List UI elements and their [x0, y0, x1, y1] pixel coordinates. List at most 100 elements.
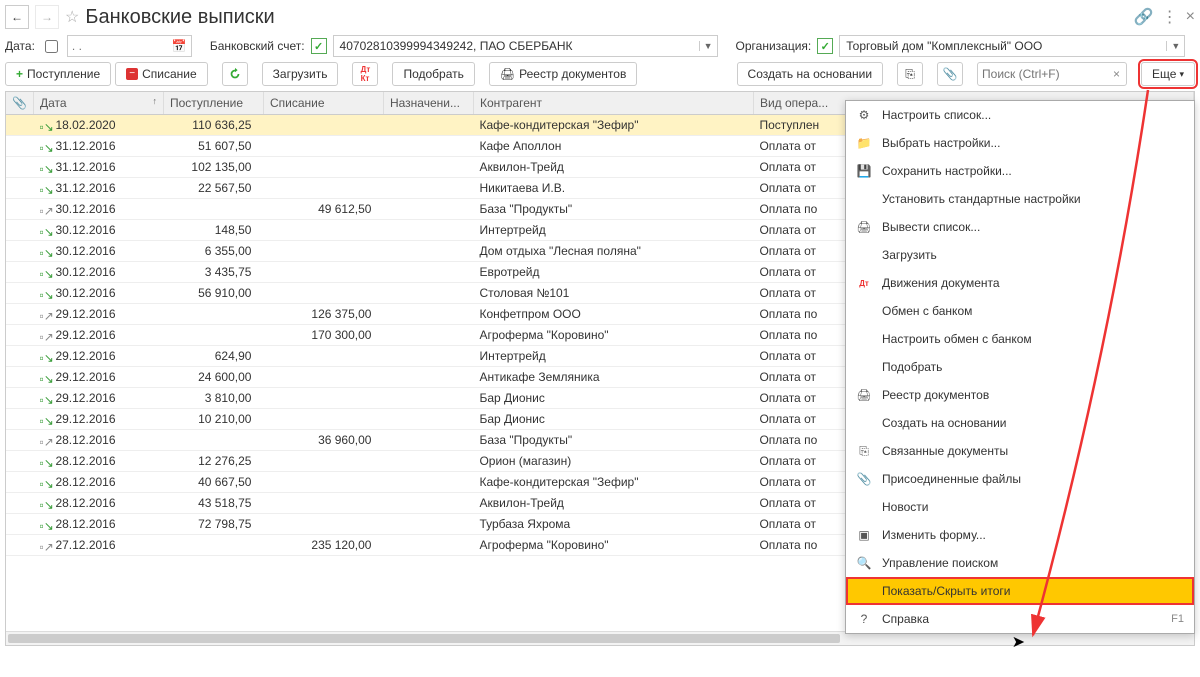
col-income[interactable]: Поступление: [163, 92, 263, 115]
filter-bar: Дата: 📅 Банковский счет: 407028103999943…: [5, 35, 1195, 57]
toolbar: +Поступление −Списание Загрузить ДтКт По…: [5, 62, 1195, 86]
search-input[interactable]: [978, 67, 1107, 81]
date-checkbox[interactable]: [45, 40, 58, 53]
attach-icon[interactable]: 📎: [937, 62, 963, 86]
menu-item[interactable]: ДтДвижения документа: [846, 269, 1194, 297]
menu-item-icon: [856, 303, 872, 319]
doc-icon: ▫↗: [39, 540, 51, 552]
close-icon[interactable]: ×: [1186, 8, 1195, 26]
menu-item-label: Настроить список...: [882, 108, 1184, 122]
pick-button[interactable]: Подобрать: [392, 62, 474, 86]
doc-icon: ▫↘: [39, 225, 51, 237]
menu-item[interactable]: 📁Выбрать настройки...: [846, 129, 1194, 157]
col-outcome[interactable]: Списание: [263, 92, 383, 115]
more-dropdown: ⚙Настроить список...📁Выбрать настройки..…: [845, 100, 1195, 634]
menu-item-icon: [856, 191, 872, 207]
menu-item-label: Изменить форму...: [882, 528, 1184, 542]
doc-icon: ▫↘: [39, 372, 51, 384]
date-field[interactable]: [68, 39, 168, 53]
menu-item-icon: 🖨: [856, 219, 872, 235]
doc-icon: ▫↘: [39, 351, 51, 363]
menu-item-label: Связанные документы: [882, 444, 1184, 458]
menu-item[interactable]: 🖨Реестр документов: [846, 381, 1194, 409]
more-button[interactable]: Еще: [1141, 62, 1195, 86]
menu-item[interactable]: Новости: [846, 493, 1194, 521]
menu-item[interactable]: 💾 Сохранить настройки...: [846, 157, 1194, 185]
menu-item-icon: 💾: [856, 163, 872, 179]
col-attach[interactable]: 📎: [6, 92, 33, 115]
menu-item-label: Настроить обмен с банком: [882, 332, 1184, 346]
menu-item-icon: [856, 359, 872, 375]
header: ← → ☆ Банковские выписки 🔗 ⋮ ×: [5, 5, 1195, 29]
outcome-button[interactable]: −Списание: [115, 62, 208, 86]
chevron-down-icon[interactable]: ▼: [1166, 41, 1184, 51]
income-button[interactable]: +Поступление: [5, 62, 111, 86]
doc-icon: ▫↗: [39, 204, 51, 216]
menu-item[interactable]: Установить стандартные настройки: [846, 185, 1194, 213]
menu-item-icon: ?: [856, 611, 872, 627]
chevron-down-icon[interactable]: ▼: [699, 41, 717, 51]
menu-item[interactable]: 🔍Управление поиском: [846, 549, 1194, 577]
menu-item[interactable]: 📎 Присоединенные файлы: [846, 465, 1194, 493]
forward-button[interactable]: →: [35, 5, 59, 29]
favorite-icon[interactable]: ☆: [65, 7, 79, 27]
menu-item-icon: [856, 583, 872, 599]
account-checkbox[interactable]: [311, 38, 327, 54]
menu-item-label: Подобрать: [882, 360, 1184, 374]
menu-item-icon: 📎: [856, 471, 872, 487]
menu-item[interactable]: Настроить обмен с банком: [846, 325, 1194, 353]
menu-item-icon: ⎘: [856, 443, 872, 459]
calendar-icon[interactable]: 📅: [168, 39, 191, 53]
doc-icon: ▫↗: [39, 330, 51, 342]
back-button[interactable]: ←: [5, 5, 29, 29]
menu-item[interactable]: 🖨 Вывести список...: [846, 213, 1194, 241]
search-box[interactable]: ×: [977, 62, 1127, 86]
clear-search-icon[interactable]: ×: [1107, 67, 1126, 81]
print-icon: 🖨: [500, 67, 515, 81]
account-combo[interactable]: 40702810399994349242, ПАО СБЕРБАНК ▼: [333, 35, 718, 57]
dtkr-icon[interactable]: ДтКт: [352, 62, 378, 86]
col-date[interactable]: Дата↑: [33, 92, 163, 115]
menu-item[interactable]: ⚙Настроить список...: [846, 101, 1194, 129]
doc-icon: ▫↘: [39, 246, 51, 258]
menu-item[interactable]: ⎘ Связанные документы: [846, 437, 1194, 465]
org-checkbox[interactable]: [817, 38, 833, 54]
registry-button[interactable]: 🖨Реестр документов: [489, 62, 637, 86]
menu-item-label: Справка: [882, 612, 1161, 626]
menu-item-label: Создать на основании: [882, 416, 1184, 430]
col-purpose[interactable]: Назначени...: [383, 92, 473, 115]
menu-item-label: Сохранить настройки...: [882, 164, 1184, 178]
menu-item[interactable]: ?СправкаF1: [846, 605, 1194, 633]
date-input[interactable]: 📅: [67, 35, 192, 57]
org-combo[interactable]: Торговый дом "Комплексный" ООО ▼: [839, 35, 1185, 57]
create-based-button[interactable]: Создать на основании: [737, 62, 884, 86]
menu-item[interactable]: ▣ Изменить форму...: [846, 521, 1194, 549]
load-button[interactable]: Загрузить: [262, 62, 339, 86]
menu-item[interactable]: Загрузить: [846, 241, 1194, 269]
menu-item-label: Управление поиском: [882, 556, 1184, 570]
doc-icon: ▫↗: [39, 435, 51, 447]
doc-icon: ▫↘: [39, 477, 51, 489]
refresh-icon[interactable]: [222, 62, 248, 86]
doc-icon: ▫↘: [39, 267, 51, 279]
menu-item[interactable]: Создать на основании: [846, 409, 1194, 437]
menu-item-label: Вывести список...: [882, 220, 1184, 234]
menu-item-icon: [856, 331, 872, 347]
menu-icon[interactable]: ⋮: [1162, 7, 1178, 27]
doc-icon: ▫↘: [39, 183, 51, 195]
menu-item-label: Реестр документов: [882, 388, 1184, 402]
menu-item-icon: [856, 247, 872, 263]
menu-item-label: Движения документа: [882, 276, 1184, 290]
doc-icon: ▫↘: [39, 120, 51, 132]
mouse-cursor-icon: ➤: [1012, 632, 1025, 652]
menu-item-icon: ▣: [856, 527, 872, 543]
menu-item[interactable]: Показать/Скрыть итоги: [846, 577, 1194, 605]
link-icon[interactable]: 🔗: [1134, 7, 1154, 27]
related-docs-icon[interactable]: ⎘: [897, 62, 923, 86]
col-agent[interactable]: Контрагент: [473, 92, 753, 115]
menu-item[interactable]: Обмен с банком: [846, 297, 1194, 325]
menu-item-label: Присоединенные файлы: [882, 472, 1184, 486]
menu-item[interactable]: Подобрать: [846, 353, 1194, 381]
date-label: Дата:: [5, 39, 35, 53]
menu-item-label: Загрузить: [882, 248, 1184, 262]
